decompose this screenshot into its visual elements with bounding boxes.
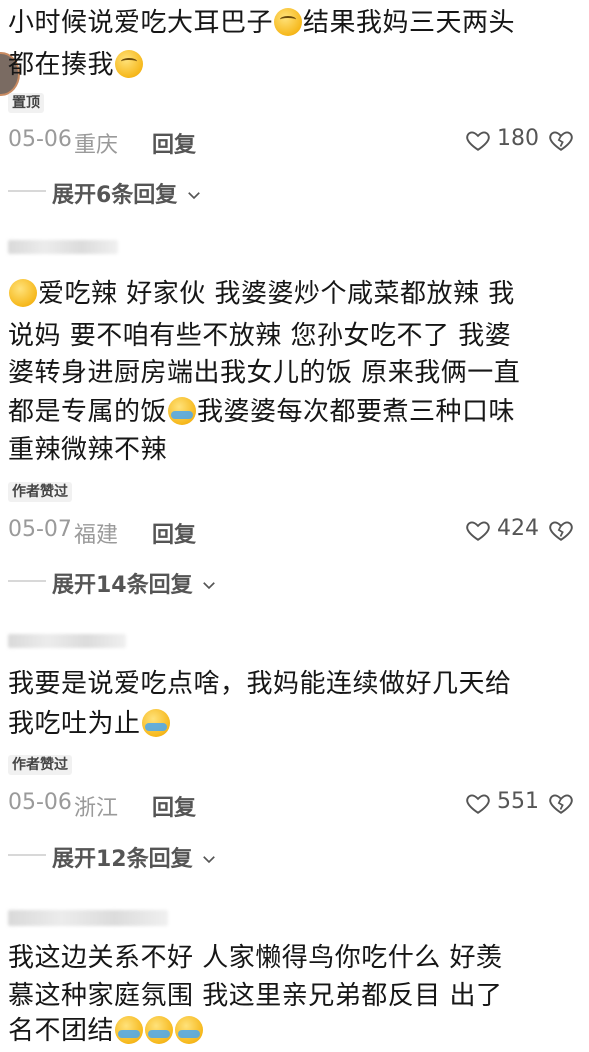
like-count: 551	[497, 789, 539, 814]
author-liked-badge: 作者赞过	[8, 482, 72, 502]
expand-replies-button[interactable]: 展开6条回复	[52, 177, 203, 209]
comment-region: 重庆	[74, 133, 119, 158]
comment-text: 小时候说爱吃大耳巴子 结果我妈三天两头	[8, 8, 516, 38]
comment-date: 05-07	[8, 517, 72, 542]
reply-button[interactable]: 回复	[152, 790, 196, 822]
comment-region: 福建	[74, 523, 119, 548]
like-count: 180	[497, 126, 539, 151]
crying-emoji-icon	[145, 1016, 174, 1044]
broken-heart-icon[interactable]	[548, 790, 574, 816]
chevron-down-icon	[203, 582, 216, 590]
expand-replies-button[interactable]: 展开14条回复	[52, 567, 218, 599]
comment-text: 婆转身进厨房端出我女儿的饭 原来我俩一直	[8, 358, 521, 388]
comment-text: 名不团结	[8, 1010, 204, 1052]
divider-line	[8, 854, 46, 856]
comment-date: 05-06	[8, 127, 72, 152]
broken-heart-icon[interactable]	[548, 517, 574, 543]
comment-text: 我吃吐为止	[8, 703, 171, 745]
reply-button[interactable]: 回复	[152, 127, 196, 159]
crying-emoji-icon	[175, 1016, 204, 1044]
crying-emoji-icon	[168, 397, 197, 425]
broken-heart-icon[interactable]	[548, 127, 574, 153]
heart-icon	[466, 521, 490, 541]
comment-region: 浙江	[74, 796, 119, 821]
comment-text: 我要是说爱吃点啥，我妈能连续做好几天给	[8, 669, 512, 699]
like-button[interactable]: 180	[465, 126, 545, 154]
comment-text: 重辣微辣不辣	[8, 435, 168, 465]
comment-text: 说妈 要不咱有些不放辣 您孙女吃不了 我婆	[8, 321, 512, 351]
author-liked-badge: 作者赞过	[8, 755, 72, 775]
comment-text: 爱吃辣 好家伙 我婆婆炒个咸菜都放辣 我	[8, 273, 515, 315]
divider-line	[8, 580, 46, 582]
smile-emoji-icon	[9, 279, 37, 307]
like-button[interactable]: 551	[465, 789, 545, 817]
like-button[interactable]: 424	[465, 516, 545, 544]
pinned-badge: 置顶	[8, 93, 44, 113]
divider-line	[8, 190, 46, 192]
heart-icon	[466, 794, 490, 814]
username-blurred[interactable]	[8, 240, 118, 254]
rolling-eyes-emoji-icon	[115, 50, 144, 78]
reply-button[interactable]: 回复	[152, 517, 196, 549]
comment-date: 05-06	[8, 790, 72, 815]
comment-text: 都在揍我	[8, 44, 144, 86]
comment-text: 都是专属的饭 我婆婆每次都要煮三种口味	[8, 397, 516, 427]
rolling-eyes-emoji-icon	[274, 8, 303, 36]
expand-replies-button[interactable]: 展开12条回复	[52, 841, 218, 873]
chevron-down-icon	[188, 192, 200, 200]
crying-emoji-icon	[115, 1016, 144, 1044]
username-blurred[interactable]	[8, 634, 126, 648]
crying-emoji-icon	[141, 709, 170, 737]
heart-icon	[466, 131, 490, 151]
username-blurred[interactable]	[8, 910, 168, 926]
chevron-down-icon	[203, 856, 216, 864]
like-count: 424	[497, 516, 539, 541]
comment-text: 我这边关系不好 人家懒得鸟你吃什么 好羡	[8, 943, 503, 973]
